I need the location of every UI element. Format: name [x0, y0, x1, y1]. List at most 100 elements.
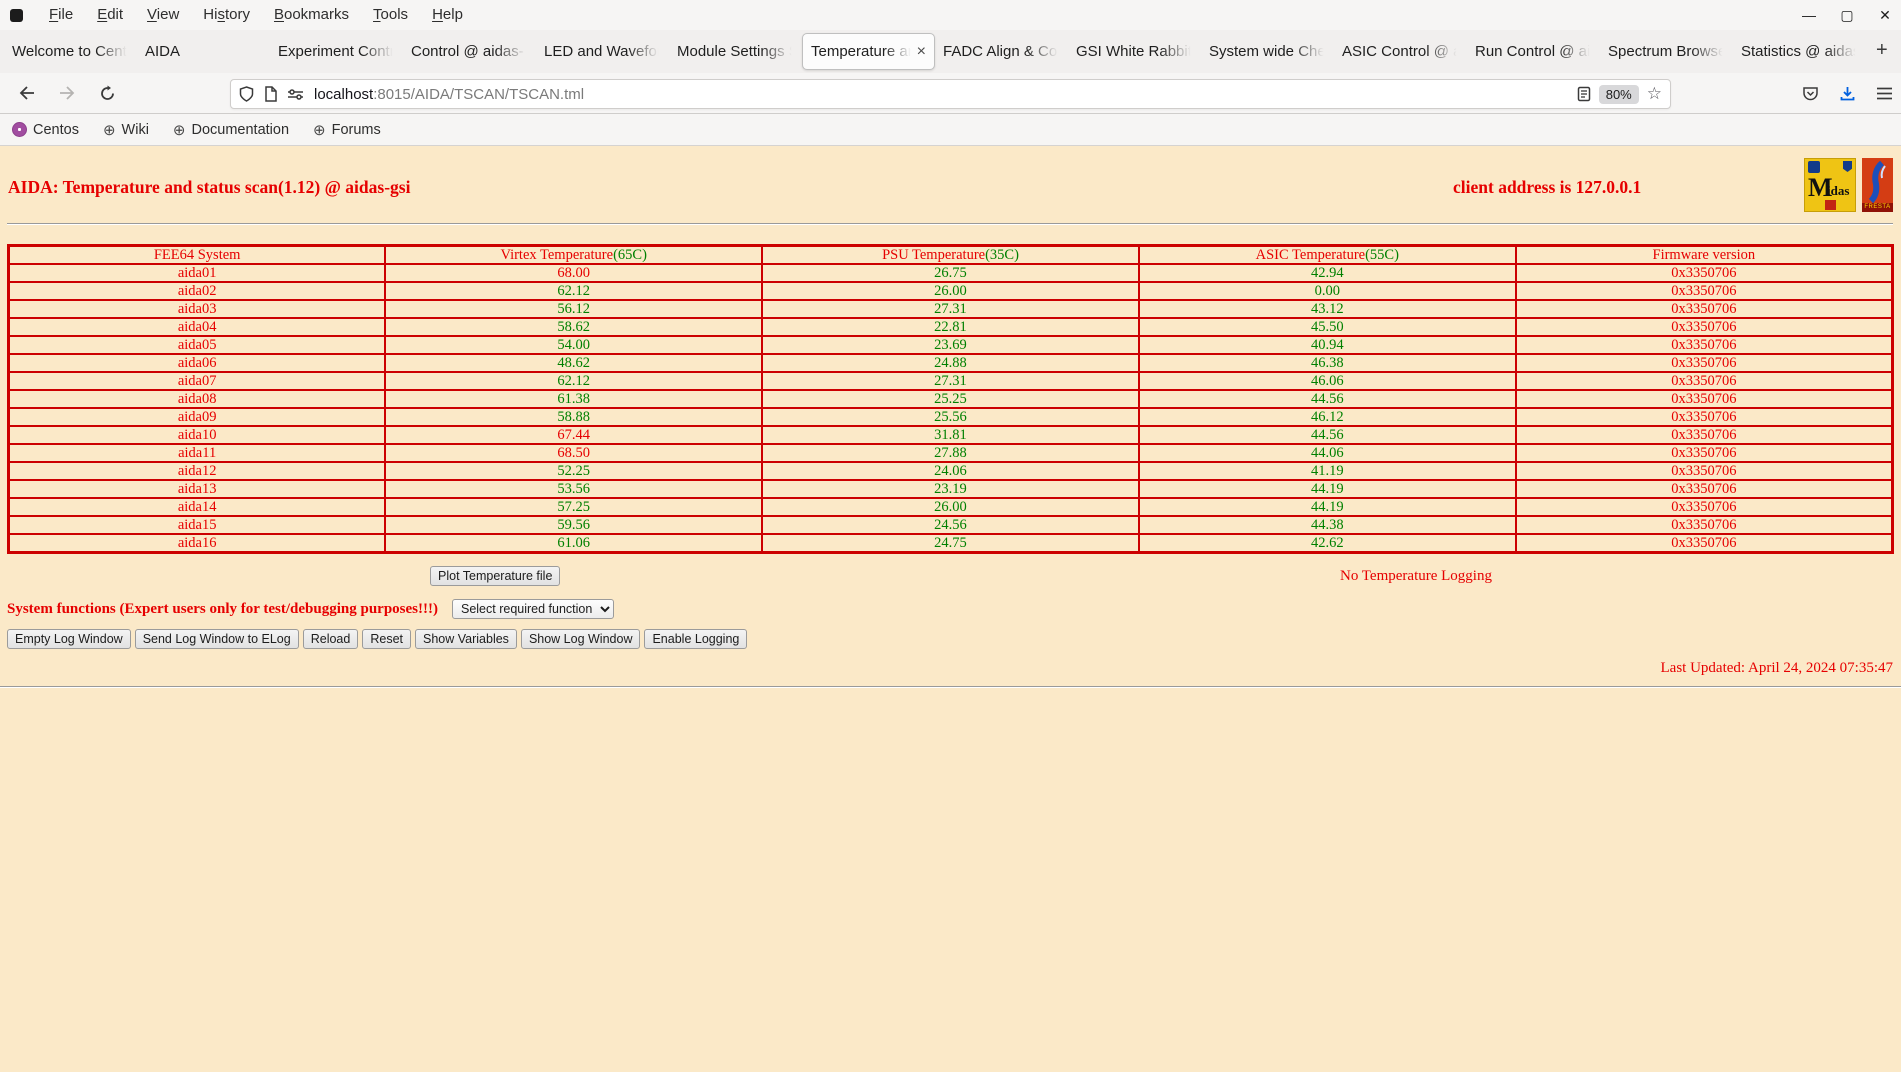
tab-module-settings-s[interactable]: Module Settings S [669, 30, 802, 73]
psu-temp-cell: 26.00 [761, 281, 1140, 301]
bookmark-centos[interactable]: Centos [12, 122, 79, 138]
fee64-name-cell: aida01 [7, 263, 387, 283]
download-icon[interactable] [1839, 85, 1856, 102]
permissions-icon[interactable] [287, 87, 304, 101]
zoom-level-badge[interactable]: 80% [1598, 84, 1639, 104]
fee64-name-cell: aida13 [7, 479, 387, 499]
column-header: Virtex Temperature(65C) [384, 244, 764, 265]
menu-edit[interactable]: Edit [85, 0, 135, 30]
table-row: aida11 68.50 27.88 44.06 0x3350706 [7, 443, 1894, 463]
firmware-cell: 0x3350706 [1514, 461, 1894, 481]
reload-button[interactable] [92, 78, 122, 108]
back-button[interactable] [12, 78, 42, 108]
table-row: aida09 58.88 25.56 46.12 0x3350706 [7, 407, 1894, 427]
show-variables-button[interactable]: Show Variables [415, 629, 517, 649]
empty-log-window-button[interactable]: Empty Log Window [7, 629, 131, 649]
tab-title: FADC Align & Co [943, 43, 1058, 60]
menu-help[interactable]: Help [420, 0, 475, 30]
bookmark-documentation[interactable]: ⊕ Documentation [173, 121, 289, 139]
forward-button[interactable] [52, 78, 82, 108]
midas-logo-text: idas [1827, 183, 1850, 198]
tab-close-icon[interactable]: × [917, 43, 926, 60]
tab-run-control-ai[interactable]: Run Control @ ai [1467, 30, 1600, 73]
tab-aida[interactable]: AIDA [137, 30, 270, 73]
menu-view[interactable]: View [135, 0, 191, 30]
close-icon[interactable]: ✕ [1877, 7, 1893, 24]
menu-file[interactable]: File [37, 0, 85, 30]
logging-status: No Temperature Logging [1340, 568, 1492, 584]
tab-title: GSI White Rabbit [1076, 43, 1192, 60]
tab-fadc-align-co[interactable]: FADC Align & Co [935, 30, 1068, 73]
tab-statistics-aidas[interactable]: Statistics @ aidas [1733, 30, 1866, 73]
tab-temperature-an[interactable]: Temperature an × [802, 33, 935, 70]
bookmark-label: Documentation [191, 121, 290, 138]
table-row: aida03 56.12 27.31 43.12 0x3350706 [7, 299, 1894, 319]
reload-button[interactable]: Reload [302, 629, 359, 649]
table-row: aida14 57.25 26.00 44.19 0x3350706 [7, 497, 1894, 517]
asic-temp-cell: 44.19 [1137, 497, 1517, 517]
minimize-icon[interactable]: — [1801, 7, 1817, 23]
url-bar[interactable]: localhost:8015/AIDA/TSCAN/TSCAN.tml 80% … [230, 79, 1671, 109]
midas-logo-square [1825, 200, 1836, 210]
tab-title: Run Control @ ai [1475, 43, 1591, 60]
action-button-row: Empty Log Window Send Log Window to ELog R… [7, 629, 748, 649]
psu-temp-cell: 25.25 [761, 389, 1140, 409]
asic-temp-cell: 46.06 [1137, 371, 1517, 391]
tab-control-aidas[interactable]: Control @ aidas- [403, 30, 536, 73]
tab-gsi-white-rabbit[interactable]: GSI White Rabbit [1068, 30, 1201, 73]
tab-experiment-contr[interactable]: Experiment Contr [270, 30, 403, 73]
asic-temp-cell: 44.38 [1137, 515, 1517, 535]
app-icon [10, 8, 23, 22]
tab-led-and-wavefor[interactable]: LED and Wavefor [536, 30, 669, 73]
plot-temperature-button[interactable]: Plot Temperature file [430, 566, 561, 586]
tab-spectrum-browse[interactable]: Spectrum Browse [1600, 30, 1733, 73]
firmware-cell: 0x3350706 [1514, 389, 1894, 409]
bookmark-wiki[interactable]: ⊕ Wiki [103, 121, 149, 139]
tab-asic-control-a[interactable]: ASIC Control @ a [1334, 30, 1467, 73]
asic-temp-cell: 43.12 [1137, 299, 1517, 319]
fee64-name-cell: aida14 [7, 497, 387, 517]
psu-temp-cell: 27.31 [761, 299, 1140, 319]
page-info-icon[interactable] [264, 86, 277, 102]
pocket-icon[interactable] [1802, 85, 1819, 102]
menu-bookmarks[interactable]: Bookmarks [262, 0, 361, 30]
hamburger-menu-icon[interactable] [1876, 86, 1893, 101]
bookmark-forums[interactable]: ⊕ Forums [313, 121, 381, 139]
tab-title: Temperature an [811, 43, 913, 60]
shield-icon[interactable] [239, 86, 254, 102]
navigation-bar: localhost:8015/AIDA/TSCAN/TSCAN.tml 80% … [0, 73, 1901, 114]
firmware-cell: 0x3350706 [1514, 533, 1894, 554]
tab-welcome-to-cent[interactable]: Welcome to Cent [4, 30, 137, 73]
menu-tools[interactable]: Tools [361, 0, 420, 30]
virtex-temp-cell: 68.00 [384, 263, 764, 283]
url-text[interactable]: localhost:8015/AIDA/TSCAN/TSCAN.tml [314, 86, 1577, 103]
bookmark-star-icon[interactable]: ☆ [1647, 84, 1662, 104]
psu-temp-cell: 27.88 [761, 443, 1140, 463]
menu-history[interactable]: History [191, 0, 262, 30]
virtex-temp-cell: 57.25 [384, 497, 764, 517]
table-row: aida13 53.56 23.19 44.19 0x3350706 [7, 479, 1894, 499]
fee64-name-cell: aida10 [7, 425, 387, 445]
midas-logo-shield [1843, 161, 1852, 172]
show-log-window-button[interactable]: Show Log Window [520, 629, 641, 649]
tab-system-wide-che[interactable]: System wide Che [1201, 30, 1334, 73]
psu-temp-cell: 24.06 [761, 461, 1140, 481]
virtex-temp-cell: 62.12 [384, 371, 764, 391]
firmware-cell: 0x3350706 [1514, 515, 1894, 535]
asic-temp-cell: 44.19 [1137, 479, 1517, 499]
fee64-name-cell: aida09 [7, 407, 387, 427]
fee64-name-cell: aida08 [7, 389, 387, 409]
reset-button[interactable]: Reset [362, 629, 411, 649]
table-row: aida04 58.62 22.81 45.50 0x3350706 [7, 317, 1894, 337]
psu-temp-cell: 24.88 [761, 353, 1140, 373]
maximize-icon[interactable]: ▢ [1839, 7, 1855, 24]
table-row: aida08 61.38 25.25 44.56 0x3350706 [7, 389, 1894, 409]
reader-view-icon[interactable] [1577, 86, 1591, 102]
fee64-name-cell: aida07 [7, 371, 387, 391]
new-tab-button[interactable]: + [1866, 30, 1898, 73]
virtex-temp-cell: 62.12 [384, 281, 764, 301]
system-function-select[interactable]: Select required function [451, 599, 614, 619]
enable-logging-button[interactable]: Enable Logging [644, 629, 748, 649]
send-log-window-to-elog-button[interactable]: Send Log Window to ELog [134, 629, 299, 649]
fee64-name-cell: aida04 [7, 317, 387, 337]
